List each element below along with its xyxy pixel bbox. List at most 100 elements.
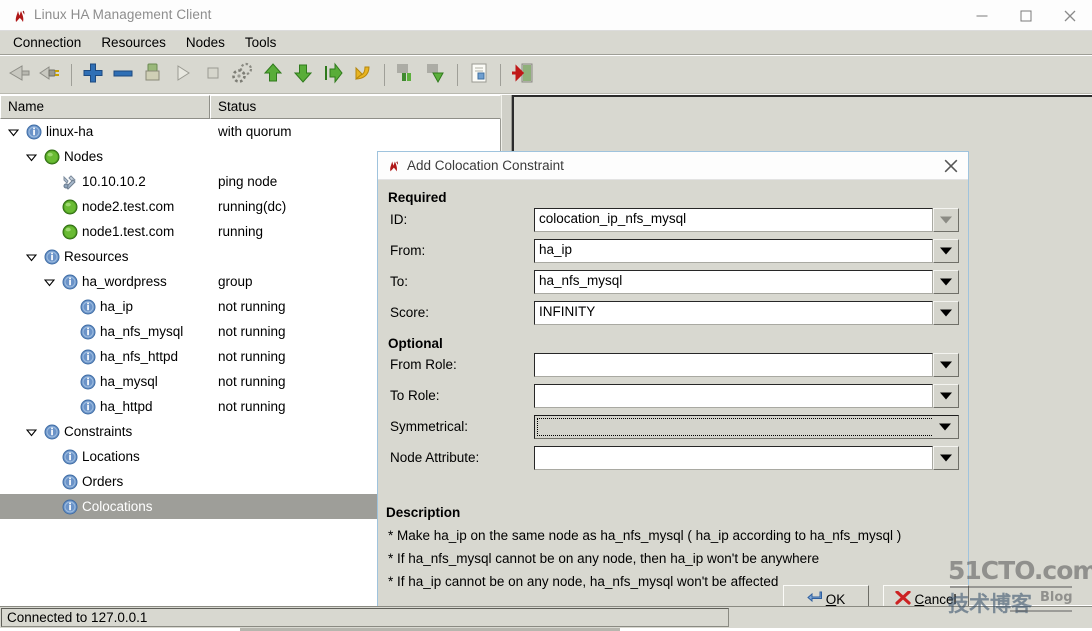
toolbar-unmigrate-button[interactable] xyxy=(349,60,377,90)
toolbar-connect-button[interactable] xyxy=(6,60,34,90)
cancel-label: Cancel xyxy=(914,591,957,607)
window-title: Linux HA Management Client xyxy=(34,7,212,22)
toolbar-add-button[interactable] xyxy=(79,60,107,90)
from-role-input[interactable] xyxy=(534,353,933,377)
column-header-name[interactable]: Name xyxy=(0,95,210,119)
toolbar-remove-button[interactable] xyxy=(109,60,137,90)
to-label: To: xyxy=(390,274,409,289)
green-ball-icon xyxy=(44,149,60,165)
separator-4 xyxy=(500,63,501,86)
enter-arrow-icon xyxy=(806,591,823,607)
menu-resources[interactable]: Resources xyxy=(91,33,176,53)
chevron-down-icon[interactable] xyxy=(933,353,959,377)
chevron-down-icon[interactable] xyxy=(933,301,959,325)
to-role-input[interactable] xyxy=(534,384,933,408)
toolbar-migrate-button[interactable] xyxy=(319,60,347,90)
twisty-expanded-icon[interactable] xyxy=(25,151,38,162)
id-combo[interactable]: colocation_ip_nfs_mysql xyxy=(534,208,959,232)
toolbar-manage-button[interactable] xyxy=(229,60,257,90)
node-attribute-combo[interactable] xyxy=(534,446,959,470)
toolbar xyxy=(0,56,1092,94)
tree-row-status: running xyxy=(218,224,264,239)
ok-label: OK xyxy=(825,591,846,607)
from-input[interactable]: ha_ip xyxy=(534,239,933,263)
menu-nodes[interactable]: Nodes xyxy=(176,33,235,53)
toolbar-standby-button[interactable] xyxy=(392,60,420,90)
menu-tools[interactable]: Tools xyxy=(235,33,287,53)
chevron-down-icon[interactable] xyxy=(933,239,959,263)
node-attribute-input[interactable] xyxy=(534,446,933,470)
disconnect-icon xyxy=(38,62,62,87)
chevron-down-icon[interactable] xyxy=(933,417,957,437)
score-combo[interactable]: INFINITY xyxy=(534,301,959,325)
move-up-icon xyxy=(262,62,284,87)
symmetrical-combo[interactable] xyxy=(534,415,959,439)
toolbar-cleanup-button[interactable] xyxy=(139,60,167,90)
dialog-close-button[interactable] xyxy=(940,156,962,176)
section-optional: Optional xyxy=(388,336,443,351)
menu-connection[interactable]: Connection xyxy=(3,33,91,53)
tree-row-label: ha_wordpress xyxy=(82,274,167,289)
tree-row-label: ha_nfs_mysql xyxy=(100,324,184,339)
score-label: Score: xyxy=(390,305,430,320)
section-description: Description xyxy=(386,505,461,520)
tree-row-label: ha_mysql xyxy=(100,374,158,389)
red-x-icon xyxy=(895,590,912,607)
toolbar-report-button[interactable] xyxy=(465,60,493,90)
tree-row-status: with quorum xyxy=(218,124,292,139)
info-icon xyxy=(80,349,96,365)
toolbar-disconnect-button[interactable] xyxy=(36,60,64,90)
twisty-expanded-icon[interactable] xyxy=(25,426,38,437)
toolbar-stop-button[interactable] xyxy=(199,60,227,90)
chevron-down-icon[interactable] xyxy=(933,270,959,294)
tree-row-label: Orders xyxy=(82,474,124,489)
info-icon xyxy=(62,274,78,290)
to-combo[interactable]: ha_nfs_mysql xyxy=(534,270,959,294)
status-text: Connected to 127.0.0.1 xyxy=(7,610,148,625)
info-icon xyxy=(62,474,78,490)
manage-icon xyxy=(231,62,255,87)
toolbar-move-up-button[interactable] xyxy=(259,60,287,90)
migrate-icon xyxy=(322,62,344,87)
status-bar: Connected to 127.0.0.1 xyxy=(0,606,1092,628)
add-colocation-constraint-dialog: Add Colocation Constraint Required Optio… xyxy=(377,151,969,625)
chevron-down-icon[interactable] xyxy=(933,384,959,408)
toolbar-start-button[interactable] xyxy=(169,60,197,90)
toolbar-exit-button[interactable] xyxy=(508,60,536,90)
tools-icon xyxy=(62,174,78,190)
chevron-down-icon[interactable] xyxy=(933,208,959,232)
twisty-expanded-icon[interactable] xyxy=(43,276,56,287)
tree-row-status: not running xyxy=(218,324,286,339)
info-icon xyxy=(80,324,96,340)
toolbar-move-down-button[interactable] xyxy=(289,60,317,90)
section-required: Required xyxy=(388,190,447,205)
twisty-expanded-icon[interactable] xyxy=(25,251,38,262)
toolbar-activate-button[interactable] xyxy=(422,60,450,90)
tree-row-label: Locations xyxy=(82,449,140,464)
to-role-label: To Role: xyxy=(390,388,440,403)
tree-row-status: not running xyxy=(218,374,286,389)
column-header-status[interactable]: Status xyxy=(210,95,501,119)
tree-row-status: not running xyxy=(218,299,286,314)
to-role-combo[interactable] xyxy=(534,384,959,408)
remove-icon xyxy=(112,62,134,87)
twisty-expanded-icon[interactable] xyxy=(7,126,20,137)
close-button[interactable] xyxy=(1048,0,1092,31)
tree-row-linux-ha[interactable]: linux-ha with quorum xyxy=(0,119,500,144)
minimize-button[interactable] xyxy=(960,0,1004,31)
score-input[interactable]: INFINITY xyxy=(534,301,933,325)
from-combo[interactable]: ha_ip xyxy=(534,239,959,263)
tree-row-status: running(dc) xyxy=(218,199,287,214)
tree-row-label: ha_nfs_httpd xyxy=(100,349,179,364)
id-input[interactable]: colocation_ip_nfs_mysql xyxy=(534,208,933,232)
from-role-combo[interactable] xyxy=(534,353,959,377)
chevron-down-icon[interactable] xyxy=(933,446,959,470)
description-line-1: * Make ha_ip on the same node as ha_nfs_… xyxy=(388,528,902,543)
green-ball-icon xyxy=(62,199,78,215)
tree-row-label: 10.10.10.2 xyxy=(82,174,146,189)
to-input[interactable]: ha_nfs_mysql xyxy=(534,270,933,294)
scrollbar-thumb[interactable] xyxy=(502,95,511,155)
green-ball-icon xyxy=(62,224,78,240)
info-icon xyxy=(26,124,42,140)
maximize-button[interactable] xyxy=(1004,0,1048,31)
